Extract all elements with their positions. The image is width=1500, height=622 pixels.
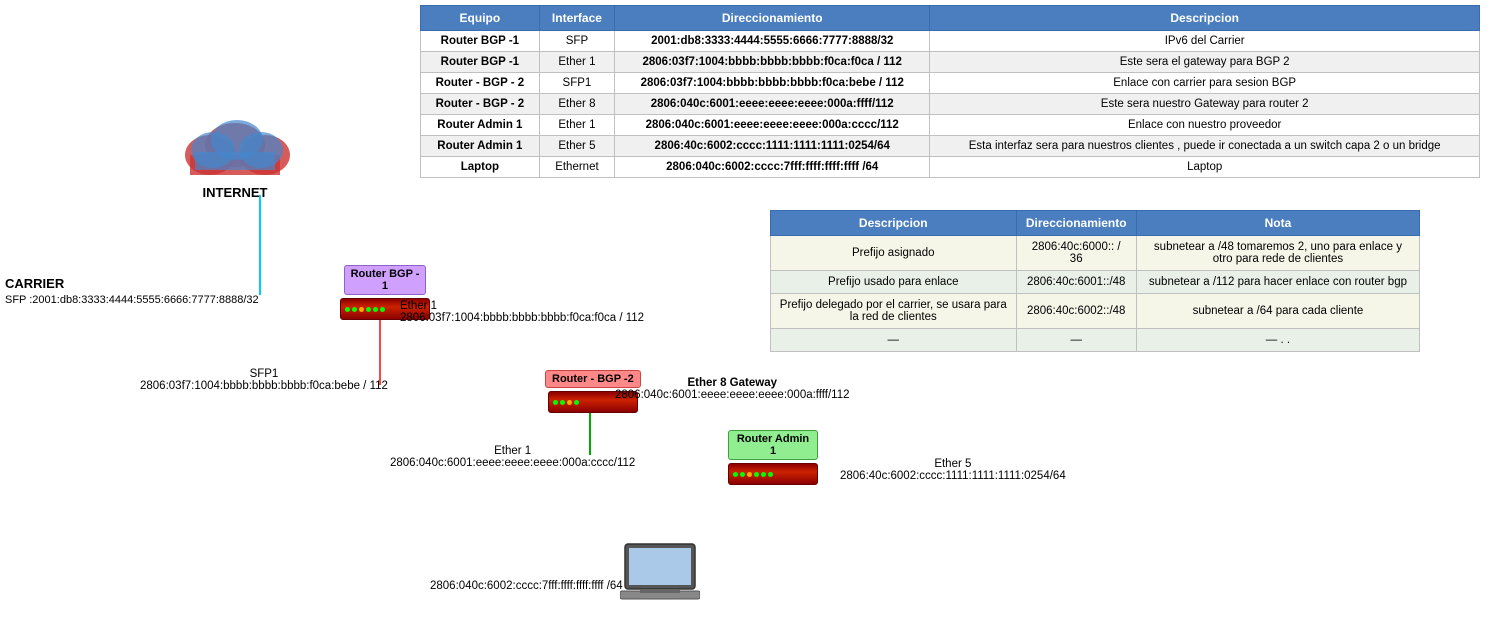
- led3: [747, 472, 752, 477]
- info-col-nota: Nota: [1136, 211, 1419, 236]
- info-table-cell: Prefijo delegado por el carrier, se usar…: [771, 294, 1017, 329]
- info-col-desc: Descripcion: [771, 211, 1017, 236]
- table-cell: Laptop: [930, 157, 1480, 178]
- info-table-cell: Prefijo asignado: [771, 236, 1017, 271]
- internet-cloud: INTERNET: [170, 110, 300, 200]
- router-admin1-label: Router Admin 1: [728, 430, 818, 460]
- led4: [574, 400, 579, 405]
- router-admin1-box: Router Admin 1: [728, 430, 818, 485]
- info-table-cell: — . .: [1136, 329, 1419, 352]
- laptop-icon: [620, 539, 700, 607]
- info-table-row: Prefijo usado para enlace2806:40c:6001::…: [771, 271, 1420, 294]
- info-table-row: Prefijo delegado por el carrier, se usar…: [771, 294, 1420, 329]
- bgp2-sfp1-label: SFP1 2806:03f7:1004:bbbb:bbbb:bbbb:f0ca:…: [140, 368, 388, 392]
- info-table-cell: Prefijo usado para enlace: [771, 271, 1017, 294]
- info-table-cell: —: [771, 329, 1017, 352]
- info-table-cell: subnetear a /112 para hacer enlace con r…: [1136, 271, 1419, 294]
- router-bgp1-label: Router BGP -1: [344, 265, 427, 295]
- info-table-cell: subnetear a /48 tomaremos 2, uno para en…: [1136, 236, 1419, 271]
- led5: [373, 307, 378, 312]
- bgp1-ether1-label: Ether 1 2806:03f7:1004:bbbb:bbbb:bbbb:f0…: [400, 300, 644, 324]
- table-cell: Este sera el gateway para BGP 2: [930, 52, 1480, 73]
- led4: [366, 307, 371, 312]
- router-admin1-device: [728, 463, 818, 485]
- table-cell: Esta interfaz sera para nuestros cliente…: [930, 136, 1480, 157]
- led2: [560, 400, 565, 405]
- table-cell: Este sera nuestro Gateway para router 2: [930, 94, 1480, 115]
- info-table-cell: 2806:40c:6002::/48: [1016, 294, 1136, 329]
- led2: [740, 472, 745, 477]
- network-diagram: INTERNET CARRIER SFP :2001:db8:3333:4444…: [0, 0, 750, 622]
- led1: [733, 472, 738, 477]
- internet-label: INTERNET: [203, 185, 268, 200]
- laptop-addr-label: 2806:040c:6002:cccc:7fff:ffff:ffff:ffff …: [430, 580, 623, 592]
- led1: [345, 307, 350, 312]
- table-cell: Enlace con nuestro proveedor: [930, 115, 1480, 136]
- info-table-cell: 2806:40c:6000:: / 36: [1016, 236, 1136, 271]
- led6: [768, 472, 773, 477]
- info-table-row: ——— . .: [771, 329, 1420, 352]
- info-table-cell: subnetear a /64 para cada cliente: [1136, 294, 1419, 329]
- led6: [380, 307, 385, 312]
- info-table-cell: 2806:40c:6001::/48: [1016, 271, 1136, 294]
- led3: [359, 307, 364, 312]
- col-descripcion: Descripcion: [930, 6, 1480, 31]
- admin1-ether5-label: Ether 5 2806:40c:6002:cccc:1111:1111:111…: [840, 458, 1066, 482]
- led3: [567, 400, 572, 405]
- bgp2-ether8-label: Ether 8 Gateway 2806:040c:6001:eeee:eeee…: [615, 377, 850, 401]
- led5: [761, 472, 766, 477]
- led1: [553, 400, 558, 405]
- admin1-ether1-label: Ether 1 2806:040c:6001:eeee:eeee:eeee:00…: [390, 445, 635, 469]
- carrier-label: CARRIER: [5, 275, 259, 293]
- table-cell: IPv6 del Carrier: [930, 31, 1480, 52]
- laptop-svg: [620, 539, 700, 604]
- info-table-row: Prefijo asignado2806:40c:6000:: / 36subn…: [771, 236, 1420, 271]
- cloud-icon: [175, 110, 295, 185]
- led4: [754, 472, 759, 477]
- table-cell: Enlace con carrier para sesion BGP: [930, 73, 1480, 94]
- carrier-block: CARRIER SFP :2001:db8:3333:4444:5555:666…: [5, 275, 259, 309]
- led2: [352, 307, 357, 312]
- carrier-sfp: SFP :2001:db8:3333:4444:5555:6666:7777:8…: [5, 293, 259, 308]
- prefix-info-table: Descripcion Direccionamiento Nota Prefij…: [770, 210, 1420, 352]
- info-col-addr: Direccionamiento: [1016, 211, 1136, 236]
- info-table-cell: —: [1016, 329, 1136, 352]
